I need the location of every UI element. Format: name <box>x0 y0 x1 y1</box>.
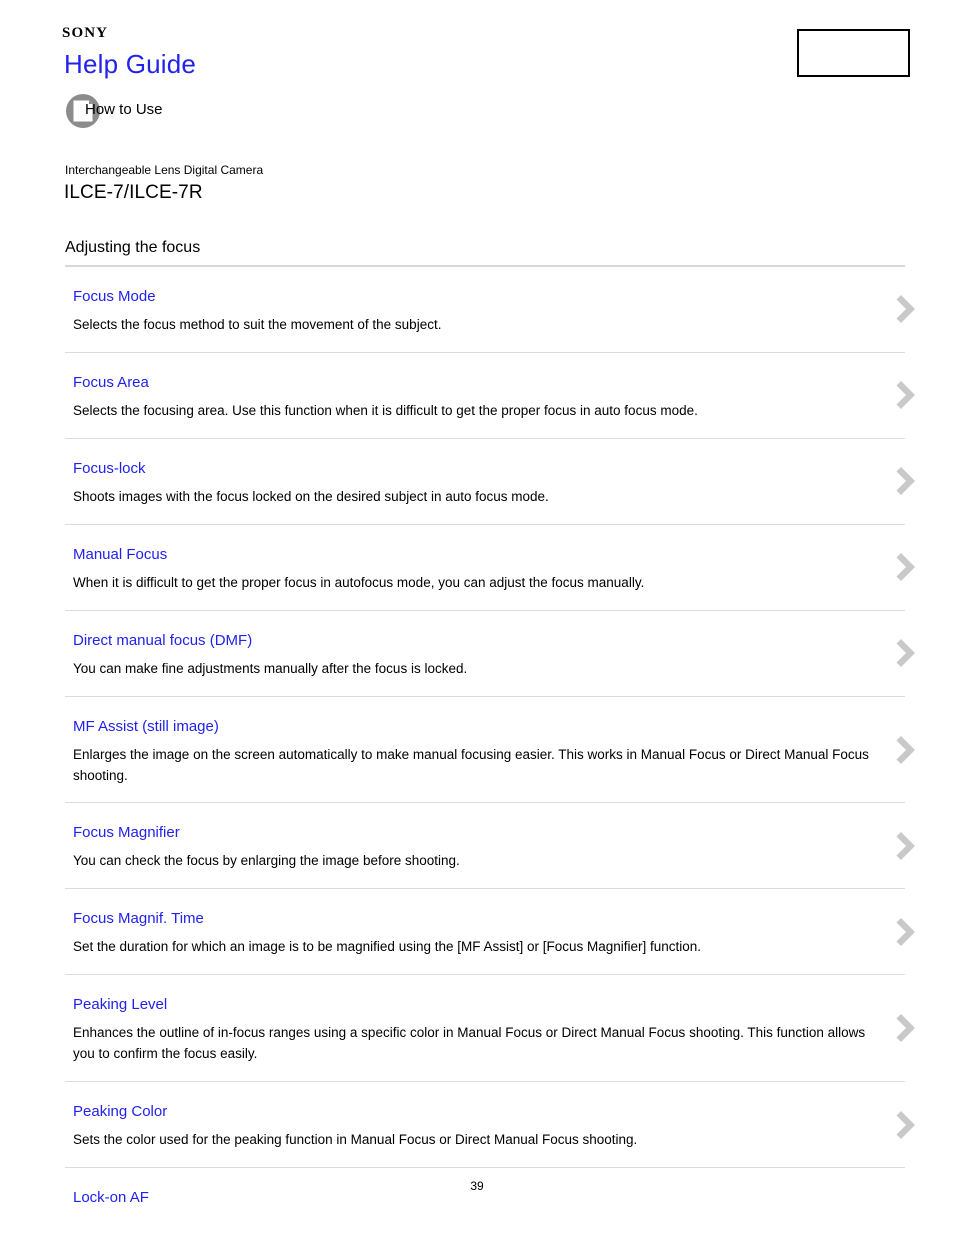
toc-item[interactable]: Lock-on AF <box>65 1168 905 1222</box>
chevron-right-icon <box>896 735 915 764</box>
page-title: Help Guide <box>64 49 197 79</box>
toc-item-link[interactable]: Focus Magnif. Time <box>73 910 204 928</box>
toc-item[interactable]: Direct manual focus (DMF) You can make fi… <box>65 611 915 697</box>
chevron-right-icon <box>896 467 915 496</box>
toc-item-link[interactable]: Focus Magnifier <box>73 824 180 842</box>
toc-item-description: Set the duration for which an image is t… <box>73 939 702 955</box>
sony-logo: SONY <box>62 25 109 41</box>
help-guide-page: SONY Help Guide How to Use Interchangeab… <box>0 0 954 1235</box>
toc-item[interactable]: MF Assist (still image) Enlarges the imag… <box>65 697 915 804</box>
toc-item[interactable]: Peaking Level Enhances the outline of in-… <box>65 975 915 1083</box>
toc-item-link[interactable]: MF Assist (still image) <box>73 718 219 736</box>
chevron-right-icon <box>896 917 915 946</box>
chevron-right-icon <box>896 1110 915 1139</box>
toc-item-link[interactable]: Manual Focus <box>73 546 167 564</box>
toc-item-description: Enlarges the image on the screen automat… <box>73 746 869 783</box>
product-category: Interchangeable Lens Digital Camera <box>65 163 264 177</box>
chevron-right-icon <box>896 831 915 860</box>
toc-item[interactable]: Focus-lock Shoots images with the focus l… <box>65 439 915 525</box>
toc-item-description: You can check the focus by enlarging the… <box>73 853 460 869</box>
toc-item-description: Shoots images with the focus locked on t… <box>73 488 549 504</box>
how-to-use-label: How to Use <box>85 101 163 118</box>
toc-item[interactable]: Peaking Color Sets the color used for the… <box>65 1082 915 1169</box>
toc-item-description: Selects the focusing area. Use this func… <box>73 402 698 418</box>
toc-item[interactable]: Manual Focus When it is difficult to get … <box>65 525 915 611</box>
chevron-right-icon <box>896 553 915 582</box>
chevron-right-icon <box>896 295 915 324</box>
toc-item-link[interactable]: Focus Mode <box>73 288 156 306</box>
toc-item-link[interactable]: Peaking Color <box>73 1103 167 1121</box>
toc-item[interactable]: Focus Magnif. Time Set the duration for w… <box>65 889 915 976</box>
chevron-right-icon <box>896 381 915 410</box>
section-title: Adjusting the focus <box>65 239 201 256</box>
toc-item-link[interactable]: Focus-lock <box>73 460 146 478</box>
product-model: ILCE-7/ILCE-7R <box>64 182 203 203</box>
page-number: 39 <box>470 1179 484 1193</box>
toc-item-description: Sets the color used for the peaking func… <box>73 1132 638 1148</box>
chevron-right-icon <box>896 1014 915 1043</box>
header-action-box[interactable] <box>797 29 910 77</box>
toc-list: Focus Mode Selects the focus method to su… <box>65 265 915 1222</box>
toc-item-description: Selects the focus method to suit the mov… <box>73 317 442 332</box>
toc-item-link[interactable]: Peaking Level <box>73 996 167 1014</box>
toc-item-link[interactable]: Focus Area <box>73 374 149 392</box>
chevron-right-icon <box>896 639 915 668</box>
toc-item[interactable]: Focus Magnifier You can check the focus b… <box>65 803 915 890</box>
toc-item[interactable]: Focus Area Selects the focusing area. Use… <box>65 353 915 439</box>
toc-item-description: Enhances the outline of in-focus ranges … <box>73 1025 866 1062</box>
toc-item[interactable]: Focus Mode Selects the focus method to su… <box>65 267 915 353</box>
toc-item-description: You can make fine adjustments manually a… <box>73 660 468 676</box>
toc-item-link[interactable]: Direct manual focus (DMF) <box>73 632 252 650</box>
toc-item-description: When it is difficult to get the proper f… <box>73 574 645 590</box>
